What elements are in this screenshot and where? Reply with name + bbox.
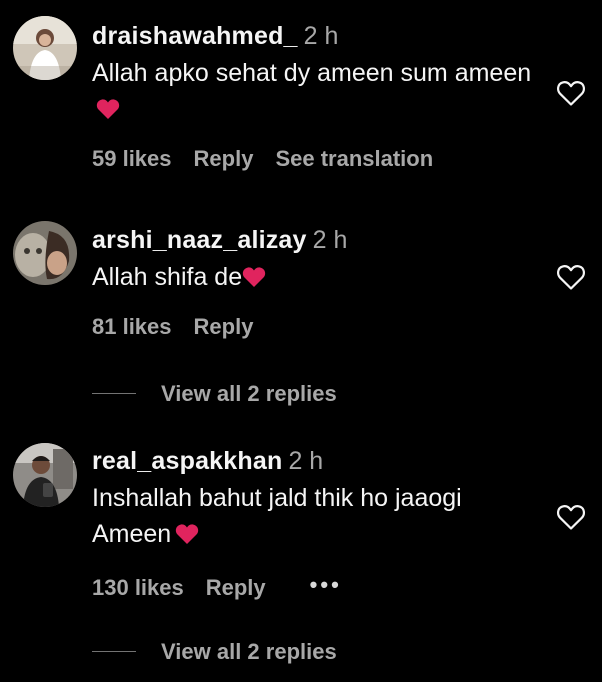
heart-icon[interactable] [556,503,586,531]
heart-icon[interactable] [556,263,586,291]
view-replies-button[interactable]: View all 2 replies [92,381,337,407]
view-replies-label: View all 2 replies [161,381,337,406]
comment-header: real_aspakkhan 2 h [92,447,323,476]
red-heart-icon [96,94,120,130]
comment-text: Allah shifa de [92,259,532,298]
likes-count[interactable]: 81 likes [92,314,172,339]
avatar[interactable] [13,16,77,80]
heart-icon[interactable] [556,79,586,107]
comment-body: Allah shifa de [92,263,243,291]
reply-button[interactable]: Reply [206,575,266,600]
comment-header: draishawahmed_ 2 h [92,22,338,51]
view-replies-label: View all 2 replies [161,639,337,664]
more-options-icon[interactable]: ••• [310,572,342,598]
avatar[interactable] [13,221,77,285]
likes-count[interactable]: 130 likes [92,575,184,600]
comment-text: Inshallah bahut jald thik ho jaaogi Amee… [92,480,532,555]
comment-actions: 59 likes Reply See translation [92,146,455,172]
timestamp: 2 h [288,447,324,475]
comment-body: Allah apko sehat dy ameen sum ameen [92,59,532,87]
comment-actions: 130 likes Reply ••• [92,572,364,601]
view-replies-button[interactable]: View all 2 replies [92,639,337,665]
comment-text: Allah apko sehat dy ameen sum ameen [92,55,532,130]
timestamp: 2 h [312,226,348,254]
likes-count[interactable]: 59 likes [92,146,172,171]
see-translation-button[interactable]: See translation [275,146,433,171]
comment-header: arshi_naaz_alizay 2 h [92,226,347,255]
comment-body: Inshallah bahut jald thik ho jaaogi Amee… [92,484,462,548]
username[interactable]: real_aspakkhan [92,447,282,475]
red-heart-icon [175,519,199,555]
replies-divider [92,393,136,394]
username[interactable]: arshi_naaz_alizay [92,226,307,254]
timestamp: 2 h [303,22,339,50]
comment-actions: 81 likes Reply [92,314,275,340]
avatar[interactable] [13,443,77,507]
reply-button[interactable]: Reply [194,314,254,339]
replies-divider [92,651,136,652]
reply-button[interactable]: Reply [194,146,254,171]
username[interactable]: draishawahmed_ [92,22,298,50]
red-heart-icon [242,262,266,298]
